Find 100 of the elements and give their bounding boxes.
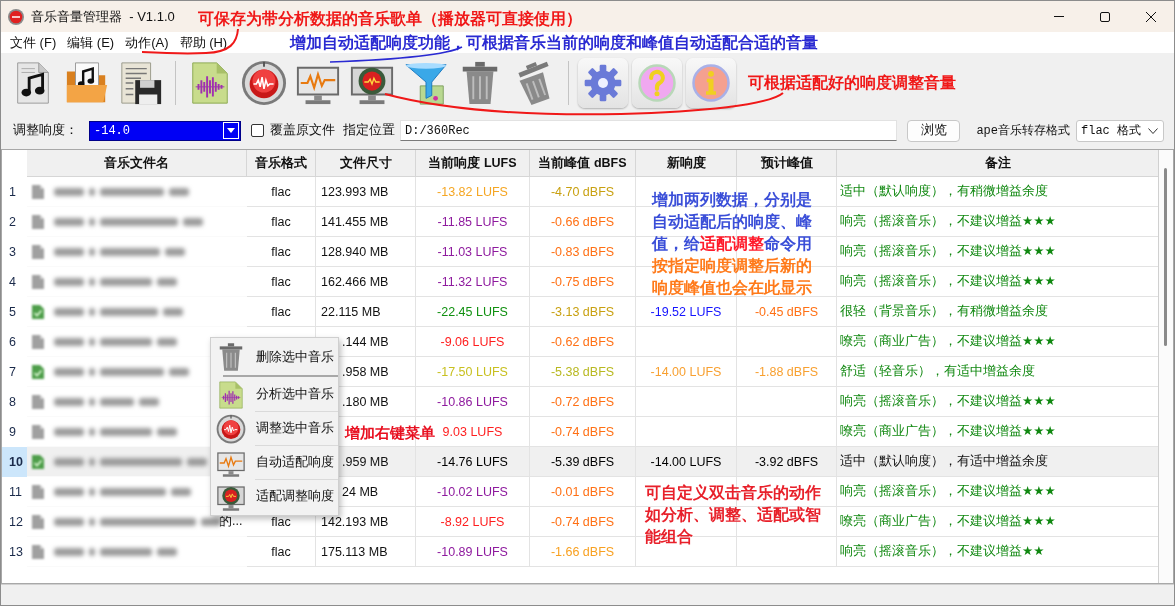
note-text: 响亮（摇滚音乐），不建议增益★★	[840, 543, 1045, 560]
predicted-peak: -0.45 dBFS	[754, 304, 819, 319]
peak-value: -1.66 dBFS	[550, 544, 615, 559]
column-header[interactable]: 音乐文件名	[27, 150, 247, 177]
loudness-value: -9.06 LUFS	[440, 334, 505, 349]
knob-icon	[216, 413, 246, 444]
loudness-value: -10.02 LUFS	[437, 484, 508, 499]
column-header[interactable]: 当前响度 LUFS	[416, 150, 530, 177]
peak-value: -0.75 dBFS	[550, 274, 615, 289]
format-select[interactable]: flac 格式	[1076, 119, 1164, 142]
file-size: .180 MB	[342, 394, 389, 409]
knob-icon	[241, 59, 287, 106]
format-text: flac	[271, 304, 291, 319]
app-icon	[8, 8, 24, 25]
file-size: .958 MB	[342, 364, 389, 379]
note-text: 响亮（摇滚音乐），不建议增益★★★	[840, 273, 1056, 290]
field-label: 调整响度：	[13, 122, 79, 139]
chevron-icon	[1148, 127, 1158, 134]
peak-value: -0.66 dBFS	[550, 214, 615, 229]
new-loudness: -14.00 LUFS	[650, 454, 722, 469]
file-size: 142.193 MB	[321, 514, 389, 529]
scrollbar[interactable]	[1158, 150, 1173, 583]
peak-value: -0.74 dBFS	[550, 514, 615, 529]
table-row[interactable]: 5 flac 22.115 MB -22.45 LUFS -3.13 dBFS -19.52 LUFS -0.45 dBFS 很轻（背景音乐），有稍微增益余度	[2, 297, 1159, 327]
file-size: 22.115 MB	[321, 304, 381, 319]
peak-value: -0.62 dBFS	[550, 334, 615, 349]
location-field[interactable]: D:/360Rec	[400, 120, 898, 141]
menu-item[interactable]: 帮助 (H)	[179, 33, 228, 52]
loudness-value: -10.86 LUFS	[437, 394, 508, 409]
annotation-text: 可保存为带分析数据的音乐歌单（播放器可直接使用）	[198, 9, 582, 29]
menu-item[interactable]: 编辑 (E)	[67, 33, 115, 52]
note-text: 舒适（轻音乐），有适中增益余度	[840, 363, 1035, 380]
annotation-text: 可根据适配好的响度调整音量	[748, 73, 956, 93]
caret-icon	[223, 122, 239, 139]
note-text: 很轻（背景音乐），有稍微增益余度	[840, 303, 1048, 320]
browse-button[interactable]: 浏览	[907, 119, 961, 142]
new-loudness: -14.00 LUFS	[650, 364, 722, 379]
file-size: 141.455 MB	[321, 214, 389, 229]
file-size: .144 MB	[342, 334, 389, 349]
column-header[interactable]: 音乐格式	[247, 150, 316, 177]
format-text: flac	[271, 244, 291, 259]
checkbox-box[interactable]	[251, 124, 264, 137]
note-text: 嘹亮（商业广告），不建议增益★★★	[840, 333, 1056, 350]
file-size: 162.466 MB	[321, 274, 389, 289]
file-size: 24 MB	[342, 484, 379, 499]
column-header[interactable]: 文件尺寸	[316, 150, 416, 177]
note-text: 适中（默认响度），有适中增益余度	[840, 453, 1048, 470]
note-text: 响亮（摇滚音乐），不建议增益★★★	[840, 243, 1056, 260]
note-text: 嘹亮（商业广告），不建议增益★★★	[840, 513, 1056, 530]
field-label: 指定位置	[343, 122, 395, 139]
peak-value: -0.01 dBFS	[550, 484, 615, 499]
row-number: 10	[2, 447, 27, 477]
close-icon	[1146, 11, 1156, 22]
file-size: 123.993 MB	[321, 184, 389, 199]
loudness-value: -13.82 LUFS	[437, 184, 508, 199]
format-text: flac	[271, 274, 291, 289]
menu-item[interactable]: 自动适配响度	[211, 446, 338, 479]
format-text: flac	[271, 544, 291, 559]
filename-tail: 的...	[219, 513, 243, 530]
settings-icon	[583, 62, 623, 103]
peak-value: -0.72 dBFS	[550, 394, 615, 409]
predicted-peak: -1.88 dBFS	[754, 364, 819, 379]
column-header[interactable]: 当前峰值 dBFS	[530, 150, 636, 177]
loudness-value: -8.92 LUFS	[440, 514, 505, 529]
file-size: 175.113 MB	[321, 544, 388, 559]
loudness-combo[interactable]: -14.0	[89, 120, 241, 141]
column-header[interactable]: 备注	[837, 150, 1159, 177]
overwrite-checkbox[interactable]: 覆盖原文件	[251, 122, 335, 139]
loudness-value: -17.50 LUFS	[437, 364, 508, 379]
field-label: ape音乐转存格式	[976, 123, 1070, 139]
annotation-text: 增加右键菜单	[345, 423, 435, 443]
maximize-icon	[1100, 11, 1110, 22]
loudness-value: -11.85 LUFS	[437, 214, 508, 229]
predicted-peak: -3.92 dBFS	[754, 454, 819, 469]
loudness-value: -11.32 LUFS	[437, 274, 508, 289]
note-text: 响亮（摇滚音乐），不建议增益★★★	[840, 393, 1056, 410]
minimize-icon	[1054, 16, 1064, 17]
loudness-value: 9.03 LUFS	[442, 424, 503, 439]
peak-value: -4.70 dBFS	[550, 184, 615, 199]
menu-item[interactable]: 文件 (F)	[10, 33, 57, 52]
new-loudness: -19.52 LUFS	[650, 304, 722, 319]
loudness-value: -14.76 LUFS	[437, 454, 508, 469]
format-text: flac	[271, 514, 291, 529]
note-text: 适中（默认响度），有稍微增益余度	[840, 183, 1048, 200]
loudness-value: -22.45 LUFS	[437, 304, 508, 319]
info-icon	[691, 62, 731, 103]
help-icon	[637, 62, 677, 103]
format-text: flac	[271, 184, 291, 199]
loudness-value: -11.03 LUFS	[437, 244, 508, 259]
menu-item[interactable]: 动作(A)	[125, 33, 169, 52]
file-size: .959 MB	[342, 454, 389, 469]
peak-value: -5.38 dBFS	[550, 364, 615, 379]
note-text: 响亮（摇滚音乐），不建议增益★★★	[840, 483, 1056, 500]
peak-value: -3.13 dBFS	[550, 304, 615, 319]
scrollbar-thumb[interactable]	[1164, 168, 1167, 346]
file-size: 128.940 MB	[321, 244, 389, 259]
note-text: 嘹亮（商业广告），不建议增益★★★	[840, 423, 1056, 440]
column-header[interactable]: 预计峰值	[737, 150, 837, 177]
peak-value: -0.74 dBFS	[550, 424, 615, 439]
column-header[interactable]: 新响度	[636, 150, 737, 177]
